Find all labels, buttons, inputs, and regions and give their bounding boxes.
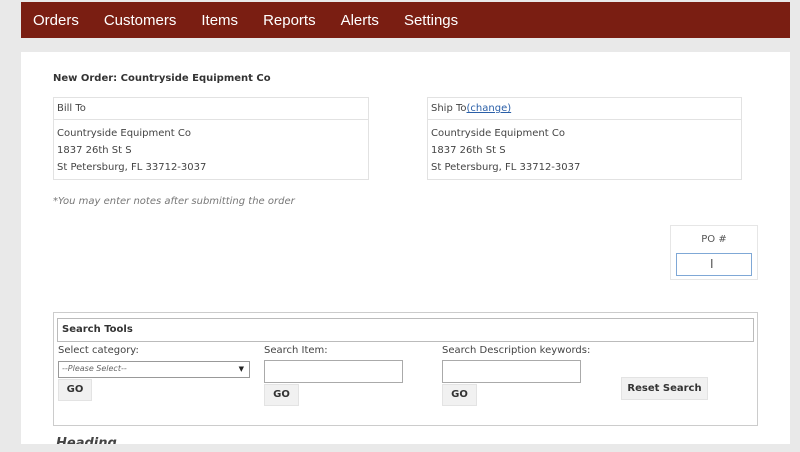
search-item-input[interactable]	[264, 360, 403, 383]
ship-to-address: Countryside Equipment Co 1837 26th St S …	[428, 120, 741, 181]
nav-orders[interactable]: Orders	[33, 12, 79, 29]
category-selected-value: --Please Select--	[62, 364, 127, 373]
ship-to-line: 1837 26th St S	[431, 145, 506, 156]
search-item-label: Search Item:	[264, 345, 328, 356]
search-tools-title: Search Tools	[57, 318, 754, 342]
nav-alerts[interactable]: Alerts	[341, 12, 379, 29]
reset-search-button[interactable]: Reset Search	[621, 377, 708, 400]
bill-to-line: Countryside Equipment Co	[57, 128, 191, 139]
nav-items[interactable]: Items	[201, 12, 238, 29]
notes-hint: *You may enter notes after submitting th…	[53, 196, 295, 207]
search-description-input[interactable]	[442, 360, 581, 383]
po-label: PO #	[701, 234, 727, 245]
bill-to-line: 1837 26th St S	[57, 145, 132, 156]
ship-to-line: St Petersburg, FL 33712-3037	[431, 162, 581, 173]
nav-customers[interactable]: Customers	[104, 12, 177, 29]
top-nav: Orders Customers Items Reports Alerts Se…	[21, 2, 790, 38]
section-heading: Heading	[56, 436, 117, 444]
category-select[interactable]: --Please Select-- ▼	[58, 361, 250, 378]
category-go-button[interactable]: GO	[58, 379, 92, 401]
search-description-go-button[interactable]: GO	[442, 384, 477, 406]
bill-to-line: St Petersburg, FL 33712-3037	[57, 162, 207, 173]
change-ship-to-link[interactable]: (change)	[467, 103, 512, 114]
nav-reports[interactable]: Reports	[263, 12, 316, 29]
text-cursor-icon: I	[710, 257, 714, 271]
order-title: New Order: Countryside Equipment Co	[53, 73, 271, 84]
nav-settings[interactable]: Settings	[404, 12, 458, 29]
order-panel: New Order: Countryside Equipment Co Bill…	[21, 52, 790, 444]
po-box: PO # I	[670, 225, 758, 280]
category-label: Select category:	[58, 345, 139, 356]
search-description-label: Search Description keywords:	[442, 345, 591, 356]
ship-to-heading: Ship To(change)	[428, 98, 741, 120]
ship-to-box: Ship To(change) Countryside Equipment Co…	[427, 97, 742, 180]
bill-to-box: Bill To Countryside Equipment Co 1837 26…	[53, 97, 369, 180]
bill-to-address: Countryside Equipment Co 1837 26th St S …	[54, 120, 368, 181]
ship-to-line: Countryside Equipment Co	[431, 128, 565, 139]
ship-to-heading-label: Ship To	[431, 103, 467, 114]
search-tools-panel: Search Tools Select category: --Please S…	[53, 312, 758, 426]
po-number-input[interactable]	[676, 253, 752, 276]
caret-down-icon: ▼	[238, 365, 244, 373]
search-item-go-button[interactable]: GO	[264, 384, 299, 406]
bill-to-heading: Bill To	[54, 98, 368, 120]
